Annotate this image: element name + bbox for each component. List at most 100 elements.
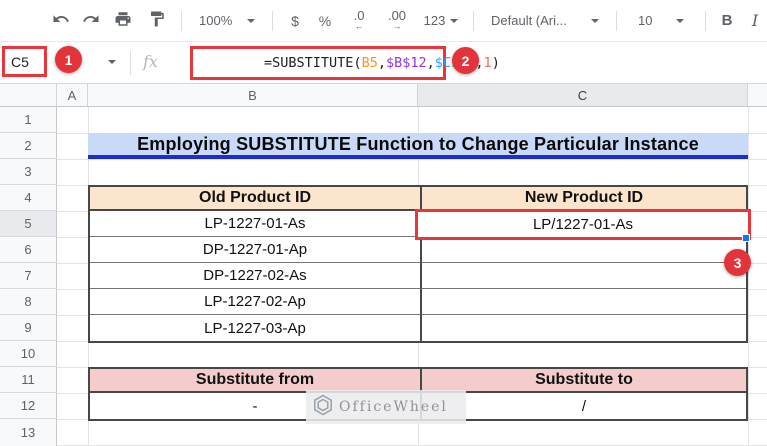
decrease-decimal-icon: .0 [353,7,365,23]
column-header-a[interactable]: A [57,84,88,107]
column-letter: C [577,87,588,103]
watermark-text: OfficeWheel [339,399,448,415]
format-currency-button[interactable]: $ [280,6,310,36]
italic-button[interactable]: I [741,6,767,36]
column-header-c[interactable]: C [418,84,748,107]
annotation-step-1: 1 [55,46,82,73]
increase-decimal-button[interactable]: .00 → [378,6,416,36]
toolbar-separator [705,10,706,31]
redo-button[interactable] [76,6,106,36]
row-header-12[interactable]: 12 [0,393,57,419]
undo-button[interactable] [46,6,76,36]
italic-icon: I [751,11,759,30]
chevron-down-icon [247,18,255,23]
row-header-6[interactable]: 6 [0,237,57,263]
cell-c5-value: LP/1227-01-As [532,216,634,233]
font-family-value: Default (Ari... [491,13,567,28]
formula-number-arg: 1 [483,55,492,71]
row-number: 3 [24,164,32,179]
toolbar-separator [272,10,273,31]
number-format-label: 123 [423,13,446,28]
row-number: 6 [24,242,32,257]
row-header-1[interactable]: 1 [0,107,57,133]
formula-highlight: =SUBSTITUTE(B5,$B$12,$C$12,1) [190,46,500,80]
column-header-b[interactable]: B [88,84,418,107]
row-header-11[interactable]: 11 [0,367,57,393]
print-button[interactable] [106,6,140,36]
header-substitute-to[interactable]: Substitute to [420,369,746,393]
decrease-decimal-button[interactable]: .0 ← [340,6,378,36]
cell-c12[interactable]: / [420,393,746,419]
row-number: 10 [20,346,36,361]
cell-c9[interactable] [420,315,746,341]
formula-bar: C5 1 fx =SUBSTITUTE(B5,$B$12,$C$12,1) 2 [0,42,767,84]
row-number: 13 [20,425,36,440]
number-format-button[interactable]: 123 [416,6,466,36]
paint-format-button[interactable] [140,6,174,36]
row-number: 2 [24,138,32,153]
toolbar-separator [473,10,474,31]
row-number: 4 [24,190,32,205]
row-header-8[interactable]: 8 [0,289,57,315]
increase-decimal-icon: .00 [387,7,407,23]
grid-corner-box[interactable] [0,84,57,107]
row-header-5[interactable]: 5 [0,211,57,237]
cell-b6[interactable]: DP-1227-01-Ap [90,237,420,263]
print-icon [114,10,132,31]
right-arrow-icon: → [392,20,402,31]
row-number: 9 [24,320,32,335]
chevron-down-icon [676,18,684,23]
name-box-dropdown-icon[interactable] [108,60,116,64]
font-size-select[interactable]: 10 [624,6,698,36]
header-new-product-id[interactable]: New Product ID [420,187,746,211]
row-number: 5 [24,216,32,231]
left-arrow-icon: ← [354,20,364,31]
font-size-value: 10 [638,13,653,28]
row-header-10[interactable]: 10 [0,341,57,367]
selected-cell-c5-highlight[interactable]: LP/1227-01-As [415,209,751,240]
cell-b8[interactable]: LP-1227-02-Ap [90,289,420,315]
zoom-select[interactable]: 100% [189,6,265,36]
formula-text: ) [491,55,500,71]
annotation-step-2: 2 [452,47,479,74]
column-header-d-partial[interactable] [748,84,767,107]
row-number: 11 [21,372,35,387]
font-family-select[interactable]: Default (Ari... [481,6,609,36]
bold-button[interactable]: B [713,6,741,36]
officewheel-logo-icon [311,393,335,422]
google-sheets-window: 100% $ % .0 ← .00 → 123 Default (Ari... … [0,0,767,446]
undo-icon [52,10,70,31]
row-header-13[interactable]: 13 [0,419,57,446]
toolbar-separator [181,10,182,31]
spreadsheet-grid: A B C 1 2 3 4 5 6 7 8 9 10 11 12 13 Empl… [0,84,767,446]
annotation-step-3: 3 [724,249,751,276]
redo-icon [82,10,100,31]
cell-c8[interactable] [420,289,746,315]
header-old-product-id[interactable]: Old Product ID [90,187,420,211]
name-box-highlight: C5 [2,46,47,77]
row-number: 8 [24,294,32,309]
gridline [57,159,767,160]
toolbar: 100% $ % .0 ← .00 → 123 Default (Ari... … [0,0,767,42]
formula-text: =SUBSTITUTE( [264,55,362,71]
row-header-4[interactable]: 4 [0,185,57,211]
watermark: OfficeWheel [306,390,466,424]
row-header-2[interactable]: 2 [0,133,57,159]
cell-b7[interactable]: DP-1227-02-As [90,263,420,289]
cell-b5[interactable]: LP-1227-01-As [90,211,420,237]
cell-b9[interactable]: LP-1227-03-Ap [90,315,420,341]
formula-ref-b5: B5 [361,55,378,71]
row-header-3[interactable]: 3 [0,159,57,185]
format-percent-button[interactable]: % [310,6,340,36]
sheet-title: Employing SUBSTITUTE Function to Change … [137,133,699,154]
cell-c7[interactable] [420,263,746,289]
cell-c6[interactable] [420,237,746,263]
sheet-title-cell[interactable]: Employing SUBSTITUTE Function to Change … [88,133,748,159]
fill-handle[interactable] [742,234,750,242]
chevron-down-icon [450,18,459,23]
formula-ref-b12: $B$12 [385,55,427,71]
fx-icon: fx [143,52,158,71]
row-header-7[interactable]: 7 [0,263,57,289]
name-box[interactable]: C5 [11,54,29,70]
row-header-9[interactable]: 9 [0,315,57,341]
